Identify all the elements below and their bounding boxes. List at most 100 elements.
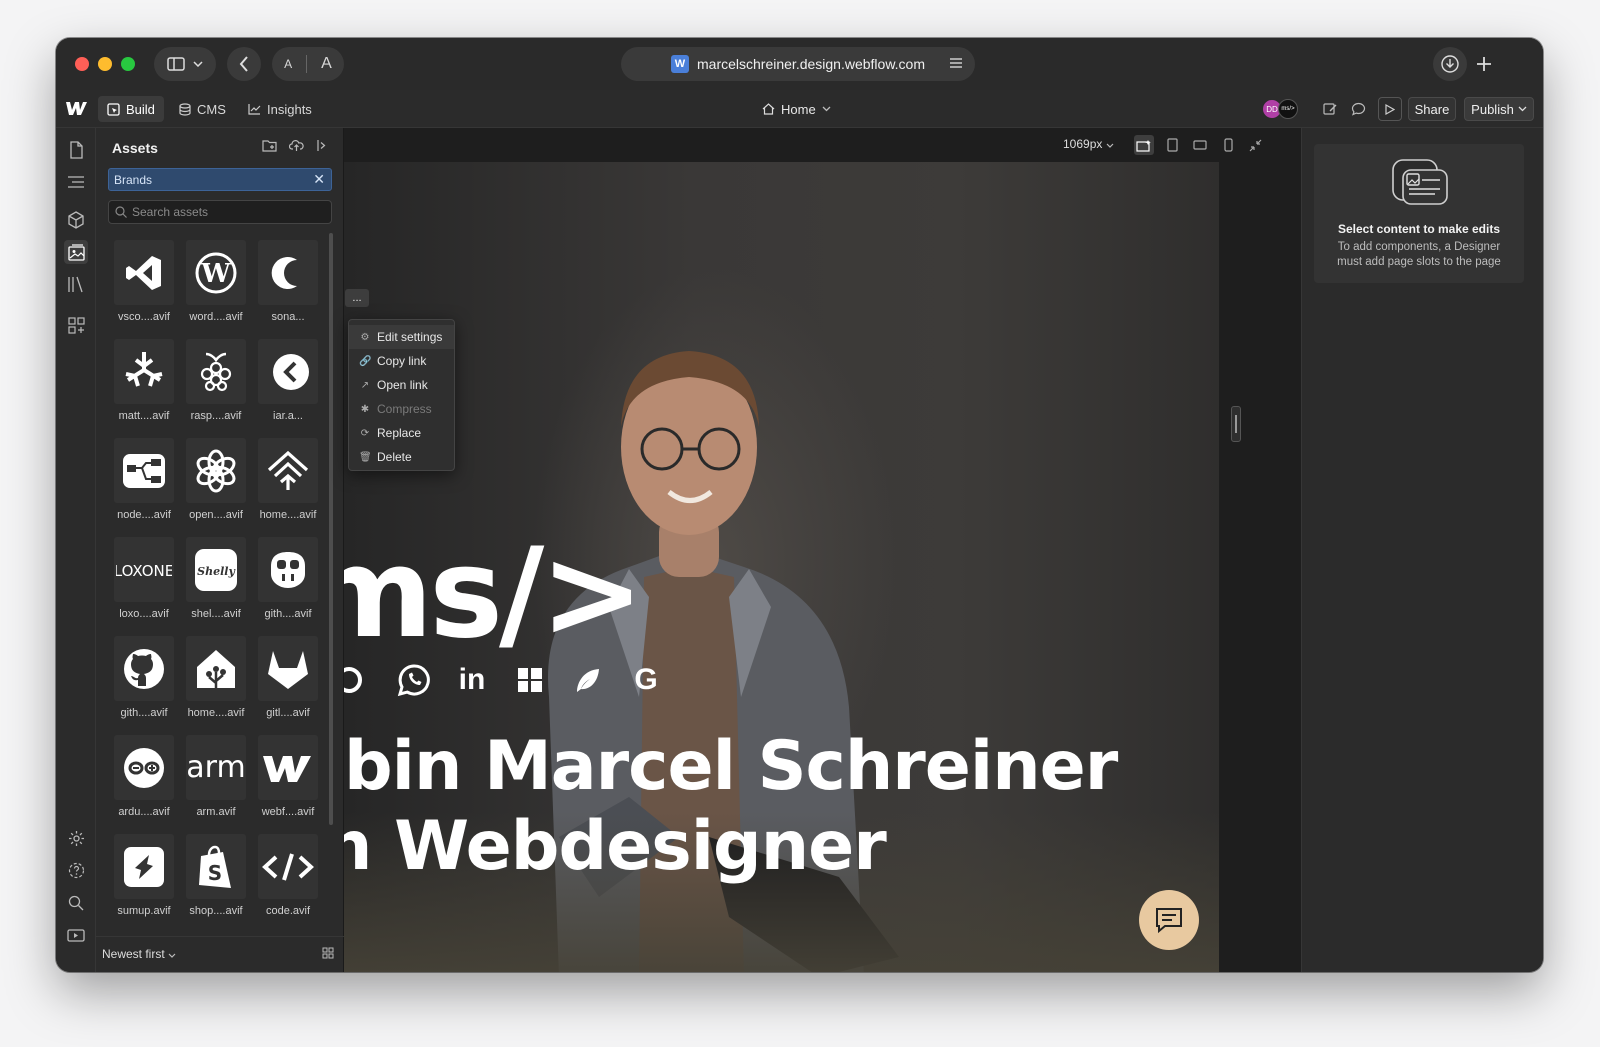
- asset-item[interactable]: gith....avif: [258, 537, 318, 625]
- close-icon[interactable]: ✕: [313, 171, 325, 188]
- canvas-page[interactable]: ms/> in G bin Marcel Schreiner n Webdesi: [344, 162, 1219, 972]
- menu-item-open-link[interactable]: ↗ Open link: [349, 373, 454, 397]
- apps-icon[interactable]: [64, 313, 88, 337]
- asset-item[interactable]: Sshop....avif: [186, 834, 246, 922]
- collapse-panel-icon[interactable]: [316, 139, 328, 152]
- page-selector-label: Home: [781, 101, 816, 117]
- filter-chip-brands[interactable]: Brands ✕: [108, 168, 332, 191]
- chevron-down-icon: [168, 953, 176, 958]
- menu-item-delete[interactable]: 🗑 Delete: [349, 445, 454, 469]
- asset-item[interactable]: LOXONE loxo....avif: [114, 537, 174, 625]
- google-icon[interactable]: G: [628, 662, 664, 698]
- asset-item[interactable]: webf....avif: [258, 735, 318, 823]
- breakpoint-mobile-icon[interactable]: [1218, 135, 1238, 155]
- share-button[interactable]: Share: [1408, 97, 1456, 121]
- divider: [306, 55, 308, 73]
- publish-button[interactable]: Publish: [1464, 97, 1534, 121]
- asset-label: arm.avif: [196, 806, 236, 818]
- windows-icon[interactable]: [512, 662, 548, 698]
- left-rail: [56, 128, 96, 972]
- logo-mark: ms/>: [344, 522, 644, 666]
- sidebar-toggle-button[interactable]: [154, 47, 216, 81]
- sort-dropdown[interactable]: Newest first: [102, 947, 176, 961]
- canvas-toolbar: 1069px: [344, 128, 1301, 162]
- menu-item-replace[interactable]: ⟳ Replace: [349, 421, 454, 445]
- canvas-resize-handle[interactable]: [1231, 406, 1241, 442]
- tab-build[interactable]: Build: [98, 96, 164, 122]
- assets-scrollbar[interactable]: [329, 233, 333, 825]
- collapse-arrows-icon[interactable]: [1245, 135, 1265, 155]
- preview-play-icon[interactable]: [1378, 97, 1402, 121]
- gear-icon: ⚙: [360, 331, 370, 343]
- asset-item[interactable]: rasp....avif: [186, 339, 246, 427]
- chat-button[interactable]: [1139, 890, 1199, 950]
- address-bar[interactable]: W marcelschreiner.design.webflow.com: [621, 47, 975, 81]
- breakpoint-tablet-icon[interactable]: [1162, 135, 1182, 155]
- breakpoint-desktop-icon[interactable]: [1134, 135, 1154, 155]
- page-selector[interactable]: Home: [762, 96, 831, 122]
- social-partial-icon[interactable]: [344, 662, 374, 698]
- library-icon[interactable]: [64, 272, 88, 296]
- comment-icon[interactable]: [1348, 99, 1368, 119]
- edit-mode-icon[interactable]: [1320, 99, 1340, 119]
- asset-label: home....avif: [259, 509, 317, 521]
- asset-item[interactable]: matt....avif: [114, 339, 174, 427]
- close-window-button[interactable]: [75, 57, 89, 71]
- font-larger-button[interactable]: A: [321, 55, 332, 73]
- menu-item-copy-link[interactable]: 🔗 Copy link: [349, 349, 454, 373]
- asset-item[interactable]: sona...: [258, 240, 318, 328]
- asset-label: gitl....avif: [266, 707, 310, 719]
- navigator-icon[interactable]: [64, 170, 88, 194]
- new-folder-icon[interactable]: [262, 139, 277, 152]
- search-icon[interactable]: [64, 891, 88, 915]
- asset-item[interactable]: home....avif: [258, 438, 318, 526]
- video-tutorials-icon[interactable]: [64, 923, 88, 947]
- new-tab-button[interactable]: [1467, 47, 1501, 81]
- menu-item-edit-settings[interactable]: ⚙ Edit settings: [349, 325, 454, 349]
- whatsapp-icon[interactable]: [396, 662, 432, 698]
- reader-menu-icon[interactable]: [949, 56, 963, 70]
- webflow-logo-icon[interactable]: [66, 100, 88, 121]
- settings-gear-icon[interactable]: [64, 826, 88, 850]
- sort-label: Newest first: [102, 947, 165, 961]
- pages-icon[interactable]: [64, 138, 88, 162]
- grid-view-icon[interactable]: [322, 947, 334, 962]
- asset-label: node....avif: [117, 509, 171, 521]
- breakpoint-landscape-icon[interactable]: [1190, 135, 1210, 155]
- asset-item[interactable]: vsco....avif: [114, 240, 174, 328]
- chat-icon: [1156, 908, 1182, 934]
- asset-item[interactable]: Wword....avif: [186, 240, 246, 328]
- tab-insights[interactable]: Insights: [239, 96, 321, 122]
- chevron-down-icon: [193, 61, 203, 67]
- asset-item[interactable]: gith....avif: [114, 636, 174, 724]
- asset-item[interactable]: sumup.avif: [114, 834, 174, 922]
- downloads-button[interactable]: [1433, 47, 1467, 81]
- site-avatar[interactable]: ms/>: [1278, 99, 1298, 119]
- help-icon[interactable]: [64, 858, 88, 882]
- asset-item[interactable]: iar.a...: [258, 339, 318, 427]
- upload-icon[interactable]: [289, 139, 304, 152]
- asset-label: word....avif: [189, 311, 243, 323]
- asset-item[interactable]: gitl....avif: [258, 636, 318, 724]
- asset-item[interactable]: code.avif: [258, 834, 318, 922]
- back-button[interactable]: [227, 47, 261, 81]
- tab-cms[interactable]: CMS: [170, 96, 235, 122]
- asset-more-button[interactable]: ...: [345, 289, 369, 307]
- github-icon: [114, 636, 174, 701]
- asset-item[interactable]: node....avif: [114, 438, 174, 526]
- minimize-window-button[interactable]: [98, 57, 112, 71]
- asset-item[interactable]: home....avif: [186, 636, 246, 724]
- asset-item[interactable]: Shelly shel....avif: [186, 537, 246, 625]
- leaf-icon[interactable]: [570, 662, 606, 698]
- font-smaller-button[interactable]: A: [284, 57, 292, 71]
- assets-icon[interactable]: [64, 240, 88, 264]
- canvas-width-dropdown[interactable]: 1069px: [1063, 137, 1114, 151]
- maximize-window-button[interactable]: [121, 57, 135, 71]
- linkedin-icon[interactable]: in: [454, 662, 490, 698]
- asset-item[interactable]: ardu....avif: [114, 735, 174, 823]
- asset-item[interactable]: open....avif: [186, 438, 246, 526]
- components-icon[interactable]: [64, 208, 88, 232]
- asset-item[interactable]: arm arm.avif: [186, 735, 246, 823]
- github-copilot-icon: [258, 537, 318, 602]
- search-assets-input[interactable]: Search assets: [108, 200, 332, 224]
